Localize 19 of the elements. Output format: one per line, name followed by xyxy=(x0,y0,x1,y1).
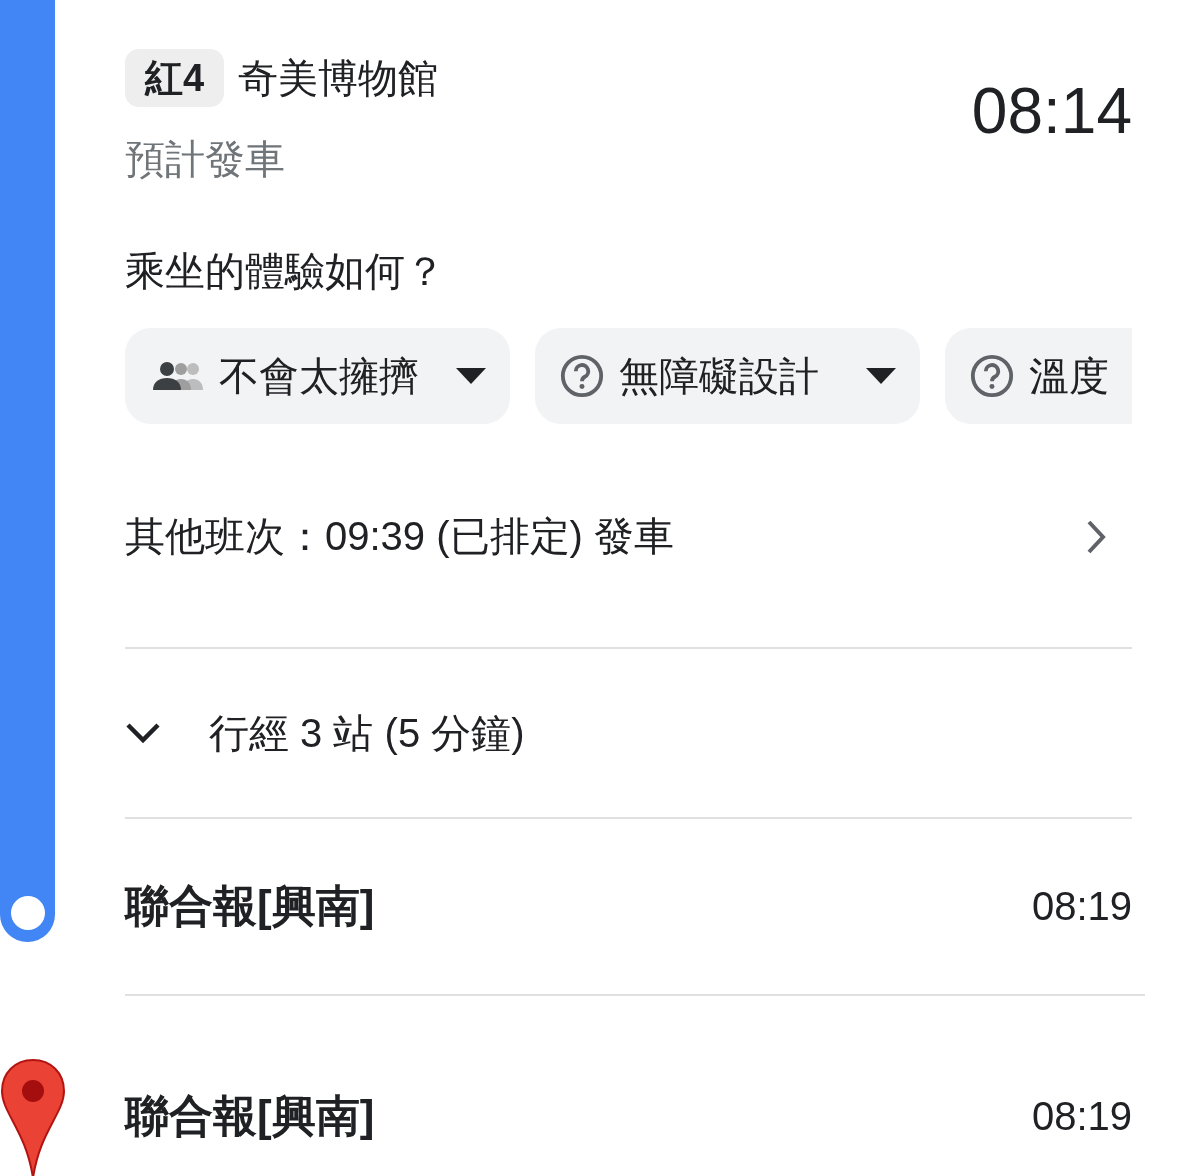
stop-circle xyxy=(10,896,45,930)
other-trips-link[interactable]: 其他班次：09:39 (已排定) 發車 xyxy=(125,509,1132,564)
help-icon xyxy=(969,353,1015,399)
route-badge: 紅4 xyxy=(125,49,225,107)
departure-time: 08:14 xyxy=(971,74,1132,148)
arrival-time: 08:19 xyxy=(1031,884,1132,929)
stop-name: 奇美博物館 xyxy=(238,54,439,102)
help-icon xyxy=(559,353,605,399)
feedback-chip[interactable]: 不會太擁擠 xyxy=(125,328,510,424)
chevron-right-icon xyxy=(1086,518,1106,555)
stops-summary-toggle[interactable]: 行經 3 站 (5 分鐘) xyxy=(125,649,1132,817)
stop-name: 聯合報[興南] xyxy=(125,880,375,932)
departure-status: 預計發車 xyxy=(125,136,286,183)
destination-name: 聯合報[興南] xyxy=(125,1089,375,1142)
feedback-chip[interactable]: 無障礙設計 xyxy=(535,328,920,424)
feedback-chip[interactable]: 溫度 xyxy=(945,328,1132,424)
feedback-question: 乘坐的體驗如何？ xyxy=(125,248,446,295)
map-pin-icon xyxy=(0,1058,66,1176)
arrival-time: 08:19 xyxy=(1031,1093,1132,1139)
